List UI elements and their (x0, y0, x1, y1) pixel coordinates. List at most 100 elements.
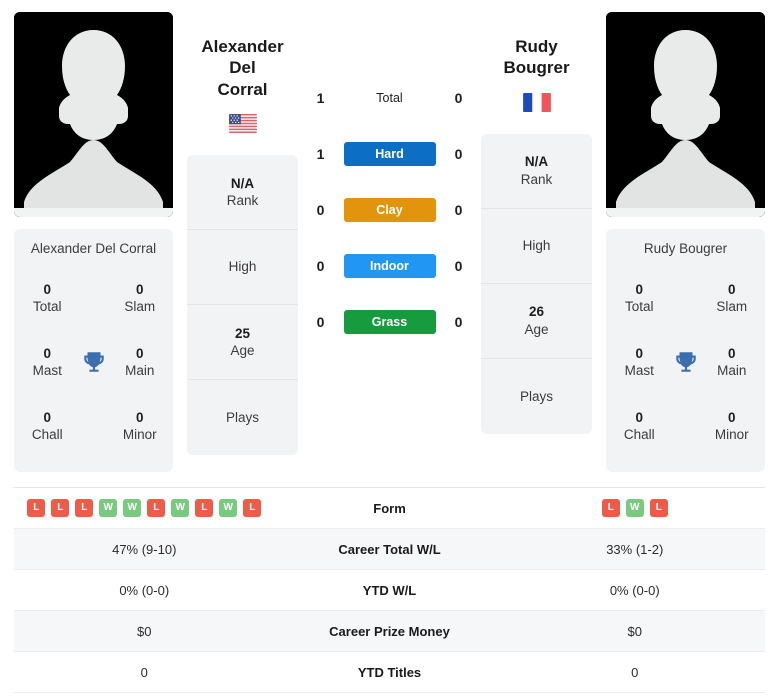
left-titles-chall: 0 Chall (22, 409, 73, 444)
label: Minor (714, 427, 749, 442)
right-titles-total: 0 Total (614, 281, 665, 316)
left-value-cell: LLLWWLWLWL (14, 499, 275, 517)
name-line-1: Rudy (515, 37, 558, 56)
left-player-info-column: Alexander Del Corral N/A Rank High 25 Ag… (185, 12, 300, 456)
left-titles-mast: 0 Mast (22, 345, 73, 380)
h2h-right-count: 0 (454, 202, 463, 218)
name-line-2: Bougrer (503, 58, 570, 78)
right-info-rank: N/A Rank (481, 134, 592, 209)
name-line-1: Alexander Del (201, 37, 284, 78)
value: 0 (135, 281, 144, 297)
left-titles-total: 0 Total (22, 281, 73, 316)
row-label: YTD W/L (362, 582, 417, 598)
label: Plays (225, 409, 259, 425)
h2h-right-count: 0 (454, 146, 463, 162)
right-value-cell: $0 (627, 623, 642, 639)
right-titles-minor: 0 Minor (707, 409, 758, 444)
right-player-avatar (606, 12, 765, 217)
label: Rank (226, 193, 259, 209)
table-row: L L L W W L W L W L Form L W L (14, 488, 765, 529)
label: Rank (520, 171, 553, 187)
form-badge: L (75, 499, 94, 517)
table-row: $0 Career Prize Money $0 (14, 611, 765, 652)
form-badge: W (123, 499, 142, 517)
form-badge: L (243, 499, 262, 517)
left-player-name: Alexander Del Corral (187, 12, 298, 100)
row-label: Form (373, 500, 406, 516)
h2h-left-count: 1 (316, 146, 325, 162)
form-badge: L (649, 499, 668, 517)
value: 26 (528, 304, 545, 320)
trophy-icon (83, 352, 104, 372)
surface-bar-grass[interactable]: Grass (343, 310, 436, 334)
label: High (228, 259, 257, 275)
label: Mast (624, 363, 654, 378)
h2h-right-count: 0 (454, 258, 463, 274)
left-trophy-icon-cell (73, 349, 115, 375)
right-titles-chall: 0 Chall (614, 409, 665, 444)
form-badge: L (51, 499, 70, 517)
label: High (522, 238, 551, 254)
left-info-age: 25 Age (187, 305, 298, 381)
form-badge: W (171, 499, 190, 517)
value: 0 (43, 281, 51, 297)
h2h-surface-column: 1 Total 0 1 Hard 0 0 Clay 0 0 Indoor 0 0 Grass 0 (300, 12, 479, 350)
surface-bar-total: Total (376, 91, 403, 105)
value: 0 (43, 409, 51, 425)
right-info-high: High (481, 209, 592, 284)
trophy-icon (675, 352, 696, 372)
label: Chall (31, 427, 63, 442)
value: 25 (234, 325, 251, 341)
label: Age (524, 321, 549, 337)
left-player-avatar (14, 12, 173, 217)
label: Chall (623, 427, 655, 442)
label: Total (624, 299, 654, 314)
left-info-card: N/A Rank High 25 Age Plays (187, 155, 298, 456)
left-titles-grid: 0 Total 0 Slam 0 Mast 0 Main 0 Chall 0 M… (22, 266, 165, 458)
right-player-column: Rudy Bougrer 0 Total 0 Slam 0 Mast 0 Mai… (606, 12, 765, 472)
right-trophy-icon-cell (665, 349, 707, 375)
left-form-badges: LLLWWLWLWL (27, 499, 262, 517)
right-value-cell: 33% (1-2) (606, 541, 664, 557)
left-value-cell: 47% (9-10) (112, 541, 177, 557)
surface-bar-clay[interactable]: Clay (343, 198, 436, 222)
value: 0 (635, 281, 643, 297)
form-badge: L (147, 499, 166, 517)
value: 0 (43, 345, 51, 361)
right-info-plays: Plays (481, 359, 592, 434)
right-titles-slam: 0 Slam (707, 281, 758, 316)
right-player-info-column: Rudy Bougrer N/A Rank High 26 Age Plays (479, 12, 594, 434)
value: 0 (727, 409, 736, 425)
left-player-column: Alexander Del Corral 0 Total 0 Slam 0 Ma… (14, 12, 173, 472)
surface-bar-indoor[interactable]: Indoor (343, 254, 436, 278)
right-info-card: N/A Rank High 26 Age Plays (481, 133, 592, 434)
surface-bar-hard[interactable]: Hard (343, 142, 436, 166)
right-titles-card: Rudy Bougrer 0 Total 0 Slam 0 Mast 0 Mai… (606, 229, 765, 472)
h2h-row-total: 1 Total 0 (300, 70, 479, 126)
form-badge: L (601, 499, 620, 517)
right-value-cell: LWL (505, 499, 766, 517)
value: 0 (635, 409, 643, 425)
h2h-left-count: 0 (316, 314, 325, 330)
h2h-row-grass: 0 Grass 0 (300, 294, 479, 350)
label: Main (125, 363, 155, 378)
value: 0 (727, 345, 736, 361)
right-value-cell: 0 (631, 664, 639, 680)
us-flag-icon (228, 114, 257, 134)
form-badge: L (195, 499, 214, 517)
h2h-comparison-page: Alexander Del Corral 0 Total 0 Slam 0 Ma… (0, 0, 779, 699)
h2h-row-indoor: 0 Indoor 0 (300, 238, 479, 294)
label: Slam (124, 299, 156, 314)
top-section: Alexander Del Corral 0 Total 0 Slam 0 Ma… (0, 0, 779, 472)
label: Age (230, 343, 255, 359)
left-info-rank: N/A Rank (187, 155, 298, 231)
label: Slam (716, 299, 748, 314)
row-label: Career Prize Money (329, 623, 450, 639)
table-row: 47% (9-10) Career Total W/L 33% (1-2) (14, 529, 765, 570)
h2h-right-count: 0 (454, 314, 463, 330)
left-value-cell: $0 (137, 623, 152, 639)
value: 0 (135, 345, 144, 361)
left-info-plays: Plays (187, 380, 298, 455)
left-titles-minor: 0 Minor (115, 409, 166, 444)
h2h-left-count: 0 (316, 258, 325, 274)
